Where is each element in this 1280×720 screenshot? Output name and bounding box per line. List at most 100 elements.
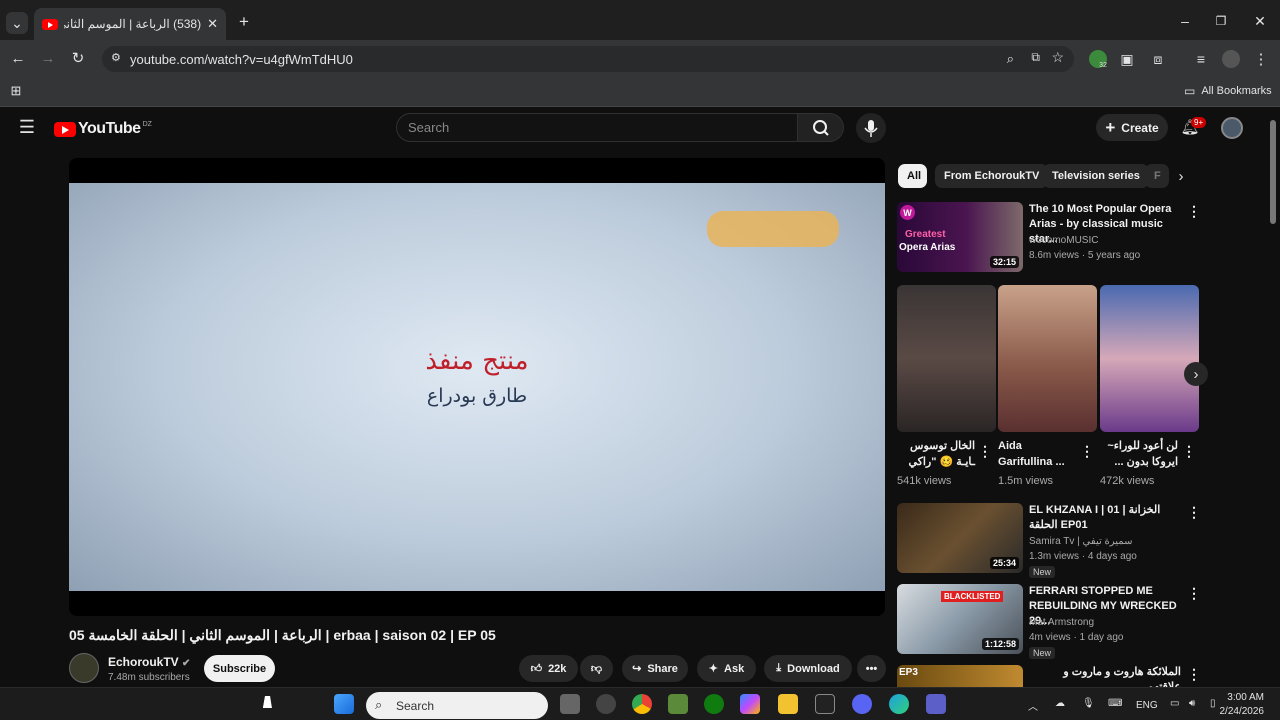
more-actions-button[interactable]: •••	[857, 655, 886, 682]
forward-icon[interactable]: →	[39, 49, 57, 67]
windows-start-icon[interactable]	[334, 694, 354, 714]
close-tab-icon[interactable]: ✕	[207, 16, 218, 32]
youtube-logo[interactable]: YouTube DZ	[54, 120, 152, 138]
language-indicator[interactable]: ENG	[1136, 700, 1158, 711]
verified-icon: ✔	[182, 658, 191, 669]
short-thumbnail[interactable]	[897, 285, 996, 432]
chip-from-channel[interactable]: From EchoroukTV	[935, 164, 1049, 188]
onedrive-icon[interactable]: ☁	[1055, 698, 1065, 709]
video-title-link[interactable]: EL KHZANA I | 01 الخزانة | الحلقة EP01	[1029, 503, 1181, 533]
chip-all[interactable]: All	[898, 164, 927, 188]
app-icon[interactable]	[596, 694, 616, 714]
clock-date[interactable]: 2/24/2026	[1206, 706, 1265, 717]
video-thumbnail[interactable]: 25:34	[897, 503, 1023, 573]
shorts-next-chevron-icon[interactable]: ›	[1184, 362, 1208, 386]
dislike-button[interactable]: 👎︎	[580, 655, 613, 682]
all-bookmarks-button[interactable]: ▭ All Bookmarks	[1184, 82, 1278, 100]
account-avatar[interactable]	[1221, 117, 1243, 139]
short-title[interactable]: Aida Garifullina ...	[998, 438, 1076, 470]
voice-search-button[interactable]	[856, 113, 886, 143]
keyboard-icon[interactable]: ⌨	[1108, 698, 1122, 709]
short-title-line: لن أعود للوراء~	[1107, 440, 1178, 452]
restore-icon[interactable]: ❐	[1212, 12, 1230, 30]
extension-icon[interactable]: ▣	[1118, 50, 1136, 68]
video-thumbnail[interactable]: BLACKLISTED 1:12:58	[897, 584, 1023, 654]
video-player[interactable]: منتج منفذ طارق بودراع	[69, 158, 885, 616]
channel-name[interactable]: Mat Armstrong	[1029, 617, 1094, 628]
video-title-link[interactable]: الملائكة هاروت و ماروت و علاقتهم	[1029, 665, 1181, 687]
subscribe-button[interactable]: Subscribe	[204, 655, 275, 682]
extension-badge-icon[interactable]: 32	[1089, 50, 1107, 69]
create-button[interactable]: + Create	[1096, 114, 1168, 141]
download-button[interactable]: ⤓ Download	[764, 655, 852, 682]
channel-avatar[interactable]	[69, 653, 99, 683]
share-button[interactable]: ↪ Share	[622, 655, 688, 682]
chip-partial[interactable]: F	[1145, 164, 1169, 188]
media-controls-icon[interactable]: ≡	[1192, 50, 1210, 68]
address-bar[interactable]: ⚙ youtube.com/watch?v=u4gfWmTdHU0 ⌕ ⧉ ☆	[102, 46, 1074, 72]
create-label: Create	[1121, 120, 1159, 135]
discord-icon[interactable]	[852, 694, 872, 714]
edge-icon[interactable]	[889, 694, 909, 714]
microphone-tray-icon[interactable]: 🎙︎	[1082, 698, 1095, 709]
chrome-menu-icon[interactable]: ⋮	[1252, 50, 1270, 68]
video-thumbnail[interactable]: EP3	[897, 665, 1023, 687]
close-window-icon[interactable]: ✕	[1251, 12, 1269, 30]
extension-badge-count: 32	[1099, 61, 1107, 69]
minecraft-icon[interactable]	[668, 694, 688, 714]
more-vert-icon[interactable]: ⋮	[978, 443, 992, 460]
channel-name[interactable]: EchoroukTV ✔	[108, 655, 190, 669]
more-vert-icon[interactable]: ⋮	[1187, 585, 1201, 602]
taskbar-search[interactable]: ⌕ Search	[366, 692, 548, 719]
extensions-puzzle-icon[interactable]: ⧈	[1149, 50, 1167, 68]
page-scrollbar[interactable]	[1270, 120, 1276, 224]
minimize-icon[interactable]: –	[1176, 12, 1194, 30]
epic-games-icon[interactable]	[815, 694, 835, 714]
channel-watermark-logo	[707, 211, 839, 247]
zoom-icon[interactable]: ⌕	[1007, 51, 1014, 67]
search-input[interactable]: Search	[396, 113, 798, 142]
channel-name[interactable]: Samira Tv | سميرة تيفي	[1029, 536, 1132, 547]
short-title[interactable]: الخال توسوس ـايـة 🥴 "راكي	[897, 438, 975, 470]
back-icon[interactable]: ←	[9, 49, 27, 67]
share-label: Share	[647, 662, 678, 675]
short-thumbnail[interactable]	[1100, 285, 1199, 432]
plus-icon: +	[1105, 117, 1116, 137]
channel-name[interactable]: wocomoMUSIC	[1029, 235, 1098, 246]
more-vert-icon[interactable]: ⋮	[1187, 504, 1201, 521]
more-vert-icon[interactable]: ⋮	[1182, 443, 1196, 460]
chrome-icon[interactable]	[632, 694, 652, 714]
more-vert-icon[interactable]: ⋮	[1187, 203, 1201, 220]
network-icon[interactable]: ▭	[1170, 698, 1179, 709]
search-button[interactable]	[798, 113, 844, 142]
volume-icon[interactable]: 🔊︎	[1189, 698, 1195, 709]
site-info-icon[interactable]: ⚙	[111, 51, 121, 64]
chip-television-series[interactable]: Television series	[1043, 164, 1149, 188]
apps-grid-icon[interactable]: ⊞	[8, 83, 24, 99]
more-vert-icon[interactable]: ⋮	[1187, 666, 1201, 683]
video-thumbnail[interactable]: W Greatest Opera Arias 32:15	[897, 202, 1023, 272]
task-view-icon[interactable]	[560, 694, 580, 714]
teams-icon[interactable]	[926, 694, 946, 714]
short-title-line: ـايـة 🥴 "راكي	[908, 456, 975, 468]
hamburger-menu-icon[interactable]: ☰	[17, 117, 37, 137]
bookmark-star-icon[interactable]: ☆	[1051, 49, 1064, 66]
browser-tab[interactable]: (538) الرباعة | الموسم الثاني | الحـ ✕	[34, 8, 226, 40]
install-icon[interactable]: ⧉	[1031, 50, 1040, 65]
ask-button[interactable]: ✦ Ask	[697, 655, 756, 682]
short-thumbnail[interactable]	[998, 285, 1097, 432]
clock-time[interactable]: 3:00 AM	[1218, 692, 1264, 703]
xbox-icon[interactable]	[704, 694, 724, 714]
short-title[interactable]: لن أعود للوراء~ ايروكا بدون ...	[1100, 438, 1178, 470]
reload-icon[interactable]: ↻	[69, 49, 87, 67]
like-button[interactable]: 👍︎ 22k	[519, 655, 578, 682]
profile-avatar-icon[interactable]	[1222, 50, 1240, 68]
file-explorer-icon[interactable]	[778, 694, 798, 714]
more-vert-icon[interactable]: ⋮	[1080, 443, 1094, 460]
chip-next-chevron-icon[interactable]: ›	[1172, 167, 1190, 185]
video-duration: 25:34	[989, 557, 1019, 569]
tab-search-chevron-icon[interactable]: ⌄	[6, 12, 28, 34]
tray-chevron-icon[interactable]: ︿	[1028, 698, 1038, 713]
new-tab-icon[interactable]: +	[234, 12, 254, 32]
copilot-icon[interactable]	[740, 694, 760, 714]
